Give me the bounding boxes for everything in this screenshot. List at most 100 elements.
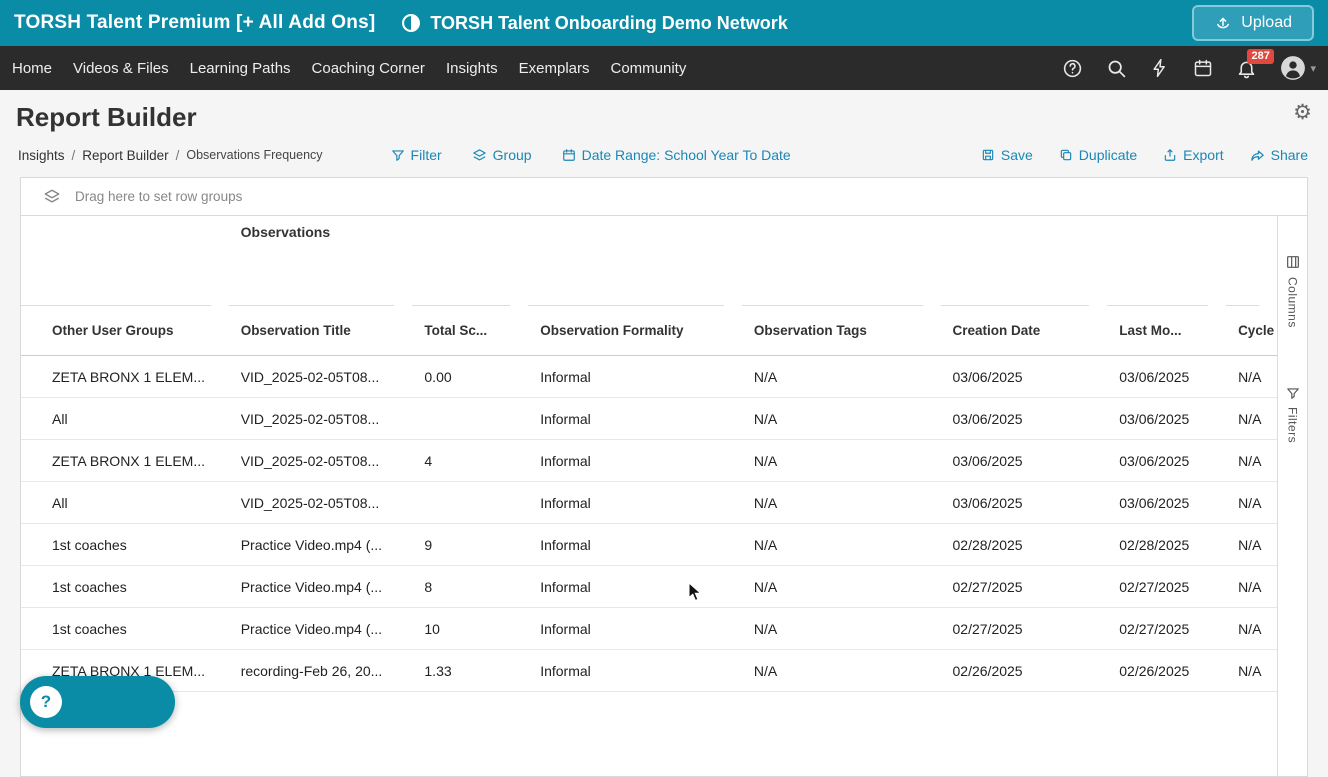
col-header-total-sc[interactable]: Total Sc... [412,323,528,338]
date-range-button[interactable]: Date Range: School Year To Date [562,147,791,163]
table-cell: N/A [742,537,941,553]
breadcrumb-current: Observations Frequency [186,148,322,162]
table-row[interactable]: AllVID_2025-02-05T08...InformalN/A03/06/… [21,482,1277,524]
table-cell: 02/27/2025 [941,621,1108,637]
nav-item-videos-files[interactable]: Videos & Files [73,60,169,77]
side-tab-filters[interactable]: Filters [1286,386,1300,443]
table-cell: N/A [742,495,941,511]
table-row[interactable]: 1st coachesPractice Video.mp4 (...9Infor… [21,524,1277,566]
table-cell: Practice Video.mp4 (... [229,621,413,637]
user-menu[interactable]: ▾ [1280,55,1316,81]
table-cell: All [21,411,229,427]
settings-gear-icon[interactable]: ⚙ [1293,102,1312,123]
table-cell: 02/26/2025 [1107,663,1226,679]
table-cell: N/A [742,411,941,427]
table-row[interactable]: ZETA BRONX 1 ELEM...recording-Feb 26, 20… [21,650,1277,692]
col-header-other-user-groups[interactable]: Other User Groups [21,323,229,338]
chat-launcher[interactable]: ? [20,676,175,728]
grid-rows: ZETA BRONX 1 ELEM... VID_2025-02-05T08...… [21,356,1277,692]
help-icon[interactable] [1062,58,1083,79]
table-cell: 02/28/2025 [941,537,1108,553]
export-button[interactable]: Export [1163,147,1223,163]
table-cell: 1st coaches [21,579,229,595]
table-cell: N/A [742,579,941,595]
nav-icons: 287 ▾ [1062,55,1316,81]
table-row[interactable]: ZETA BRONX 1 ELEM...VID_2025-02-05T08...… [21,440,1277,482]
grid-side-tabs: Columns Filters [1277,216,1307,776]
nav-item-exemplars[interactable]: Exemplars [519,60,590,77]
table-cell: N/A [1226,453,1277,469]
search-icon[interactable] [1106,58,1127,79]
nav-item-learning-paths[interactable]: Learning Paths [190,60,291,77]
columns-icon [1285,254,1301,270]
table-cell: 1st coaches [21,621,229,637]
side-tab-label: Columns [1286,277,1300,328]
filter-button[interactable]: Filter [391,147,442,163]
save-button[interactable]: Save [981,147,1033,163]
chevron-down-icon: ▾ [1310,62,1316,75]
table-cell: 4 [412,453,528,469]
col-header-creation-date[interactable]: Creation Date [941,323,1108,338]
group-header-row: Observations [21,216,1277,306]
group-header-cell [1107,216,1226,306]
table-cell: 03/06/2025 [1107,453,1226,469]
table-cell: N/A [1226,411,1277,427]
group-header-cell [21,216,229,306]
col-header-observation-tags[interactable]: Observation Tags [742,323,941,338]
drag-hint-text: Drag here to set row groups [75,189,242,204]
col-header-last-mo[interactable]: Last Mo... [1107,323,1226,338]
notification-badge: 287 [1247,49,1273,64]
table-row[interactable]: 1st coachesPractice Video.mp4 (...8Infor… [21,566,1277,608]
main-nav: Home Videos & Files Learning Paths Coaching… [0,46,1328,90]
nav-item-home[interactable]: Home [12,60,52,77]
table-cell: Informal [528,579,742,595]
nav-item-coaching-corner[interactable]: Coaching Corner [312,60,425,77]
col-header-cycle[interactable]: Cycle [1226,323,1277,338]
table-cell: 03/06/2025 [941,369,1108,385]
side-tab-columns[interactable]: Columns [1285,254,1301,328]
table-cell: VID_2025-02-05T08... [229,495,413,511]
lightning-icon[interactable] [1150,58,1170,78]
table-row[interactable]: AllVID_2025-02-05T08...InformalN/A03/06/… [21,398,1277,440]
notifications-bell-icon[interactable]: 287 [1236,58,1257,79]
row-group-drop-zone[interactable]: Drag here to set row groups [21,178,1307,216]
duplicate-button[interactable]: Duplicate [1059,147,1137,163]
table-cell: ZETA BRONX 1 ELEM... [21,369,229,385]
table-cell: Practice Video.mp4 (... [229,537,413,553]
table-cell: 03/06/2025 [941,411,1108,427]
nav-item-community[interactable]: Community [611,60,687,77]
page-head: Report Builder ⚙ [0,90,1328,137]
upload-button[interactable]: Upload [1192,5,1314,41]
table-cell: 8 [412,579,528,595]
calendar-icon[interactable] [1193,58,1213,78]
group-button[interactable]: Group [472,147,532,163]
table-cell: 03/06/2025 [1107,411,1226,427]
table-cell: recording-Feb 26, 20... [229,663,413,679]
network-name: TORSH Talent Onboarding Demo Network [430,13,787,34]
col-header-observation-title[interactable]: Observation Title [229,323,413,338]
table-cell: N/A [1226,495,1277,511]
share-button[interactable]: Share [1250,147,1308,163]
col-header-observation-formality[interactable]: Observation Formality [528,323,742,338]
table-row[interactable]: ZETA BRONX 1 ELEM...VID_2025-02-05T08...… [21,356,1277,398]
table-cell: 02/28/2025 [1107,537,1226,553]
table-cell: N/A [742,369,941,385]
table-cell: Informal [528,495,742,511]
torsh-logo-icon [401,13,421,33]
table-cell: Informal [528,537,742,553]
table-cell: Informal [528,453,742,469]
breadcrumb-report-builder[interactable]: Report Builder [82,148,168,163]
table-cell: N/A [1226,579,1277,595]
layers-icon [43,188,61,206]
table-cell: N/A [742,453,941,469]
table-cell: VID_2025-02-05T08... [229,453,413,469]
table-row[interactable]: 1st coachesPractice Video.mp4 (...10Info… [21,608,1277,650]
group-header-cell [941,216,1108,306]
table-cell: 03/06/2025 [941,495,1108,511]
breadcrumb-insights[interactable]: Insights [18,148,65,163]
nav-item-insights[interactable]: Insights [446,60,498,77]
table-cell: 02/27/2025 [1107,621,1226,637]
table-cell: Informal [528,663,742,679]
table-cell: 0.00 [412,369,528,385]
page-title: Report Builder [16,102,197,133]
